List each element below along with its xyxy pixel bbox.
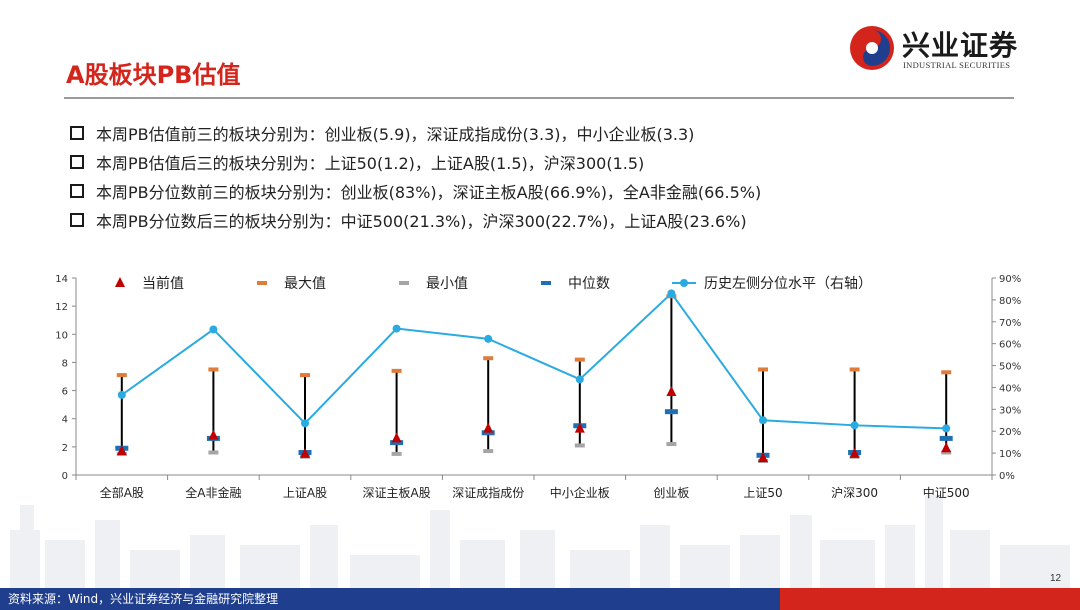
- point-percentile: [942, 424, 951, 433]
- x-tick-label: 中小企业板: [550, 485, 610, 500]
- y-tick-label-right: 50%: [999, 362, 1021, 373]
- marker-median: [664, 409, 678, 415]
- marker-max: [849, 367, 860, 372]
- legend-label: 最大值: [284, 276, 326, 292]
- legend-dash-icon: [257, 281, 267, 285]
- marker-max: [574, 357, 585, 362]
- marker-current: [483, 422, 494, 433]
- x-tick-label: 上证A股: [283, 486, 327, 500]
- legend-dash-icon: [399, 281, 409, 285]
- point-percentile: [209, 325, 218, 334]
- point-percentile: [850, 421, 859, 430]
- marker-max: [758, 367, 768, 372]
- y-tick-label-right: 90%: [999, 274, 1021, 285]
- footer-accent-bar: [780, 588, 1080, 610]
- x-tick-label: 上证50: [743, 486, 782, 500]
- marker-min: [483, 449, 494, 454]
- y-tick-label-left: 0: [62, 471, 68, 482]
- x-tick-label: 全A非金融: [185, 485, 241, 500]
- legend-label: 当前值: [142, 275, 184, 292]
- y-tick-label-left: 8: [62, 358, 68, 369]
- legend-label: 最小值: [426, 276, 468, 292]
- marker-max: [941, 370, 952, 375]
- legend-label: 中位数: [568, 276, 610, 292]
- y-tick-label-right: 20%: [999, 427, 1021, 438]
- y-tick-label-right: 10%: [999, 449, 1021, 460]
- marker-max: [300, 373, 310, 378]
- point-percentile: [484, 334, 493, 343]
- source-note: 资料来源：Wind，兴业证券经济与金融研究院整理: [8, 592, 279, 606]
- x-tick-label: 沪深300: [831, 486, 878, 500]
- marker-current: [391, 432, 402, 443]
- legend-dot-icon: [680, 279, 688, 287]
- legend-label: 历史左侧分位水平（右轴）: [704, 276, 872, 292]
- point-percentile: [667, 289, 676, 298]
- marker-current: [941, 442, 952, 453]
- x-tick-label: 全部A股: [100, 485, 144, 500]
- y-tick-label-right: 60%: [999, 340, 1021, 351]
- x-tick-label: 深证成指成份: [452, 485, 524, 500]
- y-tick-label-right: 30%: [999, 405, 1021, 416]
- marker-max: [116, 373, 127, 378]
- y-tick-label-right: 80%: [999, 296, 1021, 307]
- y-tick-label-right: 40%: [999, 383, 1021, 394]
- marker-max: [391, 368, 402, 373]
- y-tick-label-left: 10: [55, 330, 68, 341]
- legend-dash-icon: [541, 281, 551, 285]
- y-tick-label-left: 4: [62, 415, 68, 426]
- y-tick-label-right: 0%: [999, 471, 1015, 482]
- point-percentile: [117, 390, 126, 399]
- pb-valuation-chart: 0 2 4 6 8 10 12 14 0% 10% 20% 30% 40% 50% 60% 70% 80% 90%…: [55, 274, 1021, 500]
- y-tick-label-left: 6: [62, 387, 68, 398]
- x-tick-label: 创业板: [653, 486, 689, 500]
- marker-current: [208, 429, 219, 440]
- point-percentile: [392, 324, 401, 333]
- y-tick-label-left: 2: [62, 443, 68, 454]
- x-tick-label: 中证500: [923, 485, 970, 500]
- point-percentile: [301, 419, 309, 428]
- marker-min: [391, 451, 402, 456]
- marker-current: [666, 385, 677, 396]
- marker-max: [208, 367, 219, 372]
- marker-min: [666, 442, 677, 447]
- marker-min: [574, 443, 585, 448]
- y-tick-label-left: 14: [55, 274, 68, 285]
- point-percentile: [575, 375, 584, 384]
- marker-median: [939, 435, 953, 441]
- point-percentile: [759, 416, 767, 425]
- series-line-percentile: [121, 291, 947, 430]
- y-tick-label-right: 70%: [999, 318, 1021, 329]
- y-tick-label-left: 12: [55, 302, 68, 313]
- page-number: 12: [1050, 573, 1062, 584]
- marker-max: [483, 356, 494, 361]
- legend-current-icon: [115, 277, 125, 287]
- marker-min: [208, 450, 219, 455]
- x-tick-label: 深证主板A股: [362, 486, 430, 500]
